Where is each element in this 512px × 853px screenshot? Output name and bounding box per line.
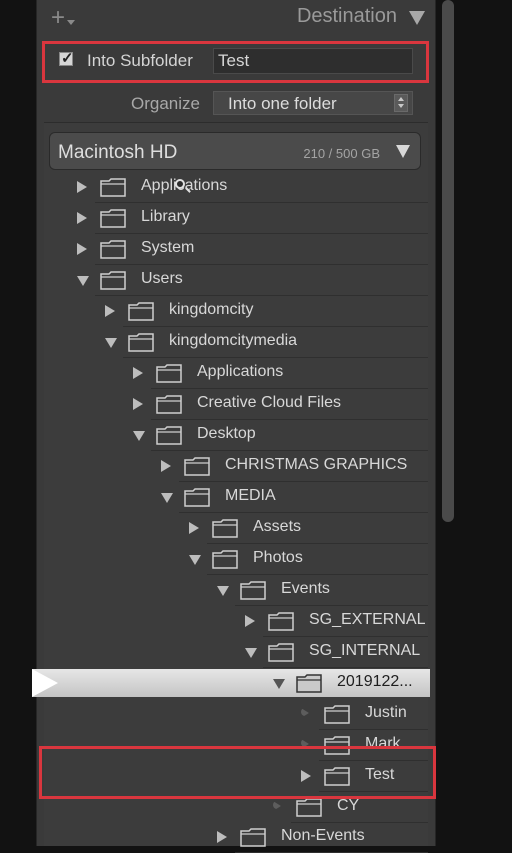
tree-row[interactable]: Desktop bbox=[0, 420, 512, 451]
tree-row[interactable]: Library bbox=[0, 203, 512, 234]
tree-row[interactable]: System bbox=[0, 234, 512, 265]
disclosure-collapsed-icon[interactable] bbox=[189, 522, 199, 534]
tree-item-label: System bbox=[141, 239, 195, 256]
tree-row[interactable]: MEDIA bbox=[0, 482, 512, 513]
volume-expand-icon[interactable] bbox=[396, 145, 410, 158]
folder-icon bbox=[100, 178, 126, 197]
tree-item-label: Library bbox=[141, 208, 190, 225]
disclosure-expanded-icon[interactable] bbox=[189, 555, 201, 565]
disclosure-expanded-icon[interactable] bbox=[161, 493, 173, 503]
tree-row[interactable]: kingdomcitymedia bbox=[0, 327, 512, 358]
subfolder-highlight-box bbox=[42, 41, 429, 83]
folder-icon bbox=[100, 240, 126, 259]
select-stepper-icon bbox=[394, 94, 408, 112]
tree-row[interactable]: Applications bbox=[0, 358, 512, 389]
volume-size: 210 / 500 GB bbox=[303, 146, 380, 161]
tree-item-label: Creative Cloud Files bbox=[197, 394, 342, 411]
disclosure-expanded-icon[interactable] bbox=[217, 586, 229, 596]
disclosure-collapsed-icon[interactable] bbox=[77, 212, 87, 224]
collapse-panel-icon[interactable] bbox=[409, 11, 425, 25]
cursor-icon bbox=[175, 179, 185, 189]
tree-row[interactable]: Users bbox=[0, 265, 512, 296]
disclosure-collapsed-icon[interactable] bbox=[133, 398, 143, 410]
folder-icon bbox=[212, 519, 238, 538]
tree-item-label: SG_EXTERNAL bbox=[309, 611, 426, 628]
folder-icon bbox=[324, 705, 350, 724]
tree-row[interactable]: kingdomcity bbox=[0, 296, 512, 327]
panel-title[interactable]: Destination bbox=[297, 5, 397, 28]
disclosure-empty-icon bbox=[301, 708, 309, 718]
tree-row[interactable]: CHRISTMAS GRAPHICS bbox=[0, 451, 512, 482]
folder-icon bbox=[240, 581, 266, 600]
tree-item-label: Justin bbox=[365, 704, 407, 721]
folder-icon bbox=[268, 643, 294, 662]
disclosure-expanded-icon[interactable] bbox=[105, 338, 117, 348]
organize-select[interactable]: Into one folder bbox=[213, 91, 413, 115]
disclosure-collapsed-icon[interactable] bbox=[217, 831, 227, 843]
tree-row[interactable]: Applications bbox=[0, 172, 512, 203]
add-preset-icon[interactable]: + bbox=[51, 2, 65, 34]
disclosure-expanded-icon[interactable] bbox=[245, 648, 257, 658]
folder-icon bbox=[156, 426, 182, 445]
folder-icon bbox=[268, 612, 294, 631]
disclosure-empty-icon bbox=[273, 801, 281, 811]
tree-row[interactable]: Assets bbox=[0, 513, 512, 544]
organize-selected-value: Into one folder bbox=[228, 94, 337, 113]
disclosure-collapsed-icon[interactable] bbox=[133, 367, 143, 379]
tree-item-label: Users bbox=[141, 270, 183, 287]
volume-name: Macintosh HD bbox=[58, 142, 178, 163]
folder-icon bbox=[100, 271, 126, 290]
tree-item-label: SG_INTERNAL bbox=[309, 642, 421, 659]
disclosure-collapsed-icon[interactable] bbox=[245, 615, 255, 627]
folder-icon bbox=[156, 364, 182, 383]
disclosure-collapsed-icon[interactable] bbox=[105, 305, 115, 317]
tree-row[interactable]: Creative Cloud Files bbox=[0, 389, 512, 420]
tree-item-label: MEDIA bbox=[225, 487, 276, 504]
volume-header[interactable]: Macintosh HD 210 / 500 GB bbox=[49, 132, 421, 170]
organize-label: Organize bbox=[131, 94, 200, 113]
tree-item-label: CY bbox=[337, 797, 360, 814]
folder-icon bbox=[296, 798, 322, 817]
disclosure-collapsed-icon[interactable] bbox=[77, 243, 87, 255]
tree-row[interactable]: Justin bbox=[0, 699, 512, 730]
tree-item-label: Assets bbox=[253, 518, 302, 535]
tree-item-label: kingdomcity bbox=[169, 301, 254, 318]
tree-row[interactable]: SG_EXTERNAL bbox=[0, 606, 512, 637]
folder-icon bbox=[128, 302, 154, 321]
folder-icon bbox=[212, 550, 238, 569]
tree-item-label: Photos bbox=[253, 549, 303, 566]
tree-row[interactable]: 2019122... bbox=[0, 668, 512, 698]
folder-icon bbox=[184, 488, 210, 507]
panel-header: + Destination bbox=[37, 0, 435, 36]
tree-row[interactable]: SG_INTERNAL bbox=[0, 637, 512, 668]
tree-item-label: Events bbox=[281, 580, 330, 597]
folder-icon bbox=[128, 333, 154, 352]
tree-row[interactable]: Photos bbox=[0, 544, 512, 575]
tree-row[interactable]: Events bbox=[0, 575, 512, 606]
disclosure-collapsed-icon[interactable] bbox=[77, 181, 87, 193]
disclosure-expanded-icon[interactable] bbox=[133, 431, 145, 441]
tree-item-label: Desktop bbox=[197, 425, 256, 442]
chevron-down-icon bbox=[67, 20, 75, 25]
folder-icon bbox=[296, 674, 322, 693]
test-folder-highlight-box bbox=[39, 746, 436, 799]
tree-item-label: 2019122... bbox=[337, 673, 413, 690]
tree-row[interactable]: Non-Events bbox=[0, 822, 512, 853]
disclosure-collapsed-icon[interactable] bbox=[161, 460, 171, 472]
tree-item-label: Applications bbox=[197, 363, 284, 380]
disclosure-expanded-icon[interactable] bbox=[77, 276, 89, 286]
folder-icon bbox=[100, 209, 126, 228]
disclosure-expanded-icon[interactable] bbox=[273, 679, 285, 689]
folder-icon bbox=[240, 828, 266, 847]
folder-icon bbox=[156, 395, 182, 414]
tree-item-label: CHRISTMAS GRAPHICS bbox=[225, 456, 408, 473]
tree-item-label: Non-Events bbox=[281, 827, 365, 844]
tree-item-label: kingdomcitymedia bbox=[169, 332, 298, 349]
folder-icon bbox=[184, 457, 210, 476]
